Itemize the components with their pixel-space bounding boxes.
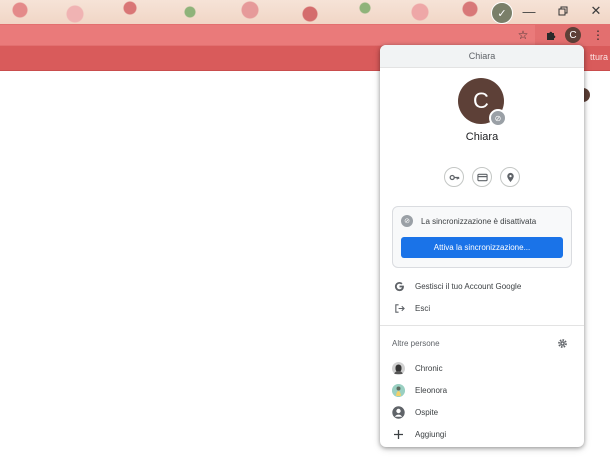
turn-on-sync-button[interactable]: Attiva la sincronizzazione...	[401, 237, 563, 258]
restore-icon[interactable]	[553, 2, 573, 20]
sign-out-item[interactable]: Esci	[380, 298, 584, 318]
sync-paused-icon: ⊘	[489, 109, 507, 127]
payment-methods-button[interactable]	[472, 167, 492, 187]
profile-menu: Chiara C ⊘ Chiara ⊘ La sincronizzazione …	[380, 45, 584, 447]
plus-icon	[392, 428, 405, 441]
profile-menu-header: Chiara	[380, 45, 584, 68]
person-item-eleonora[interactable]: Eleonora	[380, 380, 584, 400]
gear-icon[interactable]	[556, 337, 568, 349]
add-person-item[interactable]: Aggiungi	[380, 424, 584, 444]
person-label: Eleonora	[415, 385, 448, 395]
manage-google-account-item[interactable]: Gestisci il tuo Account Google	[380, 276, 584, 296]
eleonora-avatar	[392, 383, 405, 397]
manage-account-label: Gestisci il tuo Account Google	[415, 281, 522, 291]
section-divider	[380, 325, 584, 326]
person-item-guest[interactable]: Ospite	[380, 402, 584, 422]
sync-off-icon: ⊘	[401, 215, 413, 227]
add-person-label: Aggiungi	[415, 429, 447, 439]
more-menu-icon[interactable]: ⋮	[590, 27, 606, 43]
profile-name: Chiara	[465, 131, 499, 143]
sync-panel: ⊘ La sincronizzazione è disattivata Atti…	[392, 206, 572, 268]
passwords-key-button[interactable]	[444, 167, 464, 187]
shield-extension-icon[interactable]: ✓	[491, 2, 513, 24]
profile-avatar-button[interactable]: C	[565, 27, 581, 43]
person-label: Chronic	[415, 363, 443, 373]
person-item-chronic[interactable]: Chronic	[380, 358, 584, 378]
address-bar[interactable]	[0, 25, 535, 45]
extensions-puzzle-icon[interactable]	[543, 27, 559, 43]
sync-status-text: La sincronizzazione è disattivata	[421, 216, 537, 226]
location-pin-icon	[506, 172, 514, 182]
key-icon	[449, 174, 459, 180]
other-people-title: Altre persone	[392, 339, 440, 348]
close-icon[interactable]: ✕	[586, 2, 606, 20]
quick-actions	[444, 167, 520, 189]
person-label: Ospite	[415, 407, 439, 417]
addresses-button[interactable]	[500, 167, 520, 187]
credit-card-icon	[476, 173, 488, 181]
guest-icon	[392, 405, 405, 419]
google-g-icon	[393, 280, 405, 292]
sign-out-label: Esci	[415, 303, 431, 313]
sign-out-icon	[393, 302, 405, 314]
bookmark-star-icon[interactable]: ☆	[515, 27, 531, 43]
minimize-icon[interactable]: —	[519, 2, 539, 20]
bookmark-item[interactable]: ttura	[590, 52, 608, 62]
chronic-avatar	[392, 361, 405, 375]
sync-status-row: ⊘ La sincronizzazione è disattivata	[401, 215, 536, 227]
